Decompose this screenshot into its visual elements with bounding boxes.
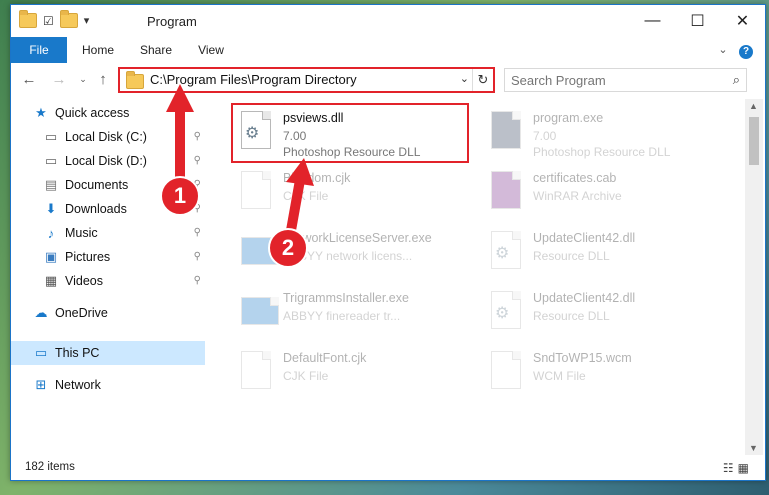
annotation-arrows bbox=[166, 84, 314, 237]
step-badge-1: 1 bbox=[160, 176, 200, 216]
step-badge-2: 2 bbox=[268, 228, 308, 268]
